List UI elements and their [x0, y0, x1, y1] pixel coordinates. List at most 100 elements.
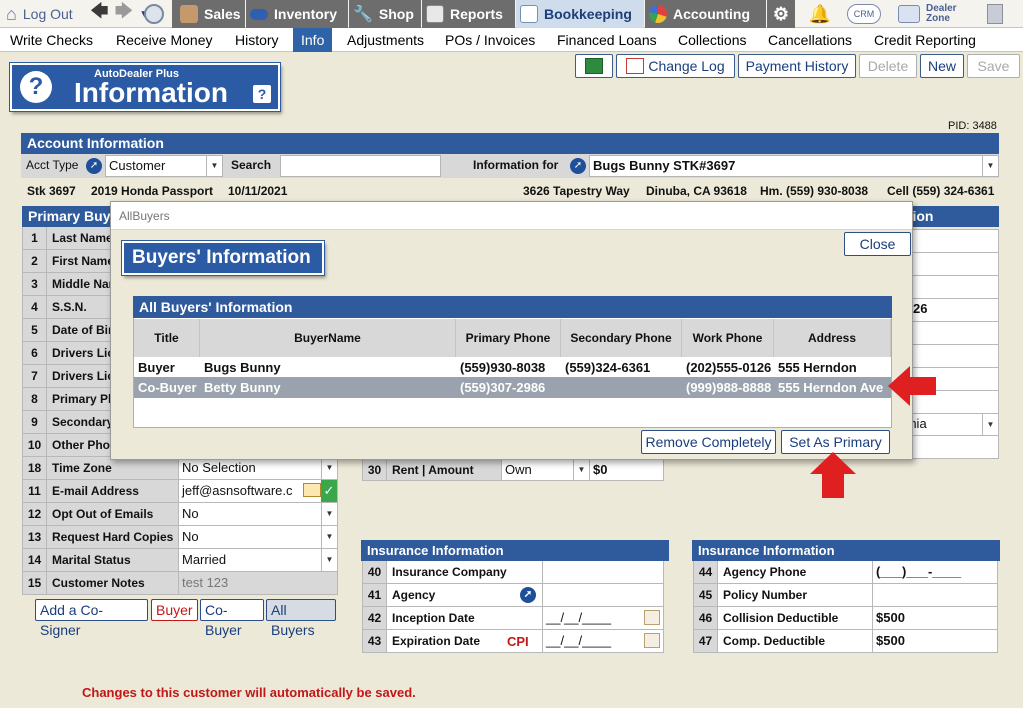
add-cosigner-button[interactable]: Add a Co-Signer [35, 599, 148, 638]
row-number: 12 [23, 503, 47, 525]
search-input[interactable] [280, 155, 441, 177]
row-number: 2 [23, 250, 47, 272]
row-number: 11 [23, 480, 47, 502]
subnav-collections[interactable]: Collections [670, 28, 754, 52]
row-value-text: No [182, 506, 199, 521]
calendar-icon[interactable] [644, 610, 660, 625]
subnav-pos-invoices[interactable]: POs / Invoices [437, 28, 543, 52]
user-avatar-icon[interactable] [144, 0, 168, 28]
buyers-table-title: All Buyers' Information [133, 296, 892, 318]
subnav-cancellations[interactable]: Cancellations [760, 28, 860, 52]
rent-type-select[interactable]: Own ▼ [502, 459, 590, 480]
row-number: 13 [23, 526, 47, 548]
save-button[interactable]: Save [967, 54, 1020, 78]
subnav-credit-reporting[interactable]: Credit Reporting [866, 28, 984, 52]
nav-reports[interactable]: Reports [422, 0, 515, 28]
primary-buyer-row: 12 Opt Out of Emails No ▼ [22, 503, 338, 526]
set-as-primary-button[interactable]: Set As Primary [781, 430, 890, 454]
subnav-write-checks[interactable]: Write Checks [2, 28, 101, 52]
delete-button[interactable]: Delete [859, 54, 917, 78]
nav-shop[interactable]: 🔧 Shop [349, 0, 421, 28]
row-value[interactable] [543, 561, 663, 583]
subnav-history[interactable]: History [227, 28, 287, 52]
pid-label: PID: 3488 [948, 120, 997, 132]
notifications-button[interactable]: 🔔 [808, 0, 832, 28]
row-label: Policy Number [718, 584, 873, 606]
chevron-down-icon: ▼ [982, 414, 998, 435]
help-button[interactable]: ? [253, 85, 271, 103]
row-value[interactable]: __/__/____ [543, 630, 663, 652]
buyer-tab-button[interactable]: Buyer [151, 599, 198, 621]
rent-amount-input[interactable]: $0 [590, 459, 663, 480]
autosave-note: Changes to this customer will automatica… [82, 685, 416, 700]
back-arrow-icon[interactable]: 🡄 [90, 0, 109, 29]
close-button[interactable]: Close [844, 232, 911, 256]
column-header: BuyerName [200, 319, 456, 357]
row-number: 45 [694, 584, 718, 606]
row-value[interactable]: No ▼ [179, 526, 337, 548]
row-value[interactable]: __/__/____ [543, 607, 663, 629]
change-log-button[interactable]: Change Log [616, 54, 735, 78]
logout-link[interactable]: ⌂ Log Out [6, 0, 86, 28]
acct-type-jump[interactable]: ➚ [86, 157, 102, 174]
chevron-down-icon: ▼ [321, 503, 337, 525]
all-buyers-dialog: AllBuyers Buyers' Information Close All … [110, 201, 913, 460]
subnav-financed-loans[interactable]: Financed Loans [549, 28, 665, 52]
row-value[interactable] [543, 584, 663, 606]
export-button[interactable] [575, 54, 613, 78]
envelope-icon[interactable] [303, 483, 321, 497]
buyer-cell: 555 Herndon Ave [778, 380, 884, 395]
settings-button[interactable]: ⚙ [767, 0, 795, 28]
info-for-jump[interactable]: ➚ [570, 157, 586, 174]
subnav-receive-money[interactable]: Receive Money [108, 28, 221, 52]
summary-home-phone: Hm. (559) 930-8038 [760, 184, 869, 198]
row-value[interactable]: $500 [873, 607, 997, 629]
row-value[interactable]: $500 [873, 630, 997, 652]
row-value[interactable]: Married ▼ [179, 549, 337, 571]
buyer-cell: Co-Buyer [138, 380, 197, 395]
row-label: Marital Status [47, 549, 179, 571]
wrench-icon: 🔧 [353, 6, 373, 23]
remove-completely-button[interactable]: Remove Completely [641, 430, 776, 454]
row-number: 42 [363, 607, 387, 629]
subnav-info[interactable]: Info [293, 28, 333, 52]
insurance-row: 41 Agency ➚ [362, 584, 664, 607]
history-arrows[interactable]: 🡄 🡆 ▼ [90, 0, 149, 29]
payment-history-button[interactable]: Payment History [738, 54, 856, 78]
jump-arrow-icon[interactable]: ➚ [520, 587, 536, 603]
crm-button[interactable]: CRM [846, 0, 882, 28]
row-value[interactable]: ➚test 123 [179, 572, 337, 594]
jump-arrow-icon: ➚ [86, 157, 102, 174]
buyer-row[interactable]: Buyer Bugs Bunny (559)930-8038 (559)324-636… [134, 358, 891, 378]
chevron-down-icon: ▼ [321, 526, 337, 548]
calculator-button[interactable] [984, 0, 1006, 28]
sub-nav: Write Checks Receive Money History Info … [0, 28, 1023, 52]
calendar-icon[interactable] [644, 633, 660, 648]
new-button[interactable]: New [920, 54, 964, 78]
row-value[interactable]: jeff@asnsoftware.c ✓ [179, 480, 337, 502]
dealer-zone-button[interactable]: Dealer Zone [898, 0, 968, 28]
insurance-row: 40 Insurance Company [362, 561, 664, 584]
acct-type-select[interactable]: Customer ▼ [105, 155, 223, 177]
nav-sales[interactable]: Sales [172, 0, 245, 28]
forward-arrow-icon[interactable]: 🡆 [115, 0, 134, 29]
row-value[interactable]: (___)___-____ [873, 561, 997, 583]
nav-inventory[interactable]: Inventory [246, 0, 348, 28]
account-info-header: Account Information [21, 133, 999, 154]
nav-accounting[interactable]: Accounting [645, 0, 766, 28]
nav-bookkeeping[interactable]: Bookkeeping [516, 0, 644, 28]
row-value-text: Married [182, 552, 227, 567]
row-value[interactable] [873, 584, 997, 606]
summary-date: 10/11/2021 [228, 184, 288, 198]
info-for-select[interactable]: Bugs Bunny STK#3697 ▼ [589, 155, 999, 177]
buyer-cell: (999)988-8888 [686, 380, 772, 395]
row-value[interactable]: No ▼ [179, 503, 337, 525]
cobuyer-tab-button[interactable]: Co-Buyer [200, 599, 264, 638]
row-value[interactable]: No Selection ▼ [179, 457, 337, 479]
buyer-row-selected[interactable]: Co-Buyer Betty Bunny (559)307-2986 (999)988… [134, 378, 891, 398]
row-number: 46 [694, 607, 718, 629]
checkmark-icon[interactable]: ✓ [321, 480, 337, 502]
subnav-adjustments[interactable]: Adjustments [339, 28, 432, 52]
row-label: Agency Phone [718, 561, 873, 583]
all-buyers-button[interactable]: All Buyers [266, 599, 336, 638]
